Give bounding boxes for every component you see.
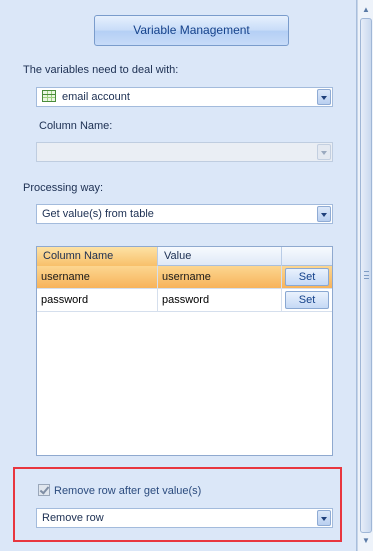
table-row[interactable]: username username Set [37, 266, 332, 289]
variable-select-value: email account [62, 91, 130, 103]
table-row[interactable]: password password Set [37, 289, 332, 312]
column-name-select [36, 142, 333, 162]
chevron-down-icon [317, 144, 331, 160]
variables-label: The variables need to deal with: [23, 64, 179, 76]
set-button[interactable]: Set [285, 291, 329, 309]
processing-way-label: Processing way: [23, 182, 104, 194]
remove-mode-select[interactable]: Remove row [36, 508, 333, 528]
remove-row-checkbox[interactable] [38, 484, 50, 496]
remove-mode-select-value: Remove row [42, 512, 104, 524]
vertical-scrollbar[interactable]: ▲ ▼ [357, 0, 373, 551]
variable-select[interactable]: email account [36, 87, 333, 107]
processing-way-select-value: Get value(s) from table [42, 208, 154, 220]
processing-way-select[interactable]: Get value(s) from table [36, 204, 333, 224]
cell-column-name[interactable]: password [37, 289, 158, 311]
remove-row-checkbox-label: Remove row after get value(s) [54, 485, 202, 497]
column-header-value[interactable]: Value [158, 247, 282, 266]
chevron-down-icon[interactable] [317, 89, 331, 105]
scrollbar-thumb[interactable] [360, 18, 372, 533]
grid-header: Column Name Value [37, 247, 332, 266]
grip-icon [364, 271, 369, 279]
cell-value[interactable]: password [158, 289, 282, 311]
column-header-action [282, 247, 332, 266]
cell-column-name[interactable]: username [37, 266, 158, 288]
set-button[interactable]: Set [285, 268, 329, 286]
highlight-annotation [13, 467, 342, 542]
scroll-down-icon[interactable]: ▼ [360, 535, 372, 547]
scroll-up-icon[interactable]: ▲ [360, 4, 372, 16]
variable-management-button[interactable]: Variable Management [94, 15, 289, 46]
column-name-label: Column Name: [39, 120, 113, 132]
cell-value[interactable]: username [158, 266, 282, 288]
remove-row-option[interactable]: Remove row after get value(s) [38, 484, 201, 498]
variables-grid: Column Name Value username username Set … [36, 246, 333, 456]
column-header-column-name[interactable]: Column Name [37, 247, 158, 266]
table-icon [42, 90, 56, 102]
variable-panel: Variable Management The variables need t… [0, 0, 357, 551]
chevron-down-icon[interactable] [317, 206, 331, 222]
chevron-down-icon[interactable] [317, 510, 331, 526]
